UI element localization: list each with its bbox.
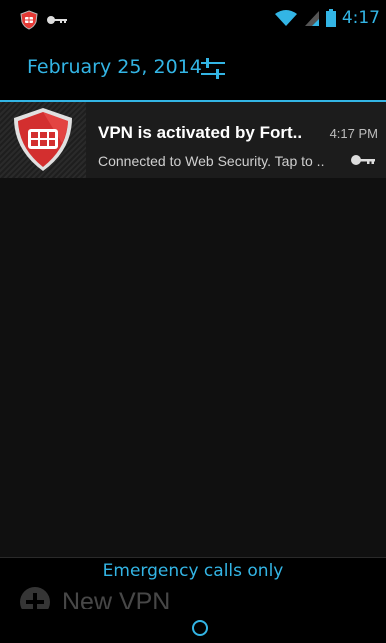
notification-text: Connected to Web Security. Tap to .. — [98, 153, 325, 169]
notification-time: 4:17 PM — [329, 126, 378, 141]
quick-settings-icon[interactable] — [198, 54, 228, 84]
notification-list: VPN is activated by Fort.. 4:17 PM Conne… — [0, 102, 386, 557]
divider — [0, 557, 386, 558]
status-bar: 4:17 — [0, 0, 386, 38]
signal-icon — [304, 11, 319, 26]
navigation-bar — [0, 609, 386, 643]
vpn-key-icon — [351, 155, 375, 165]
wifi-icon — [274, 10, 297, 26]
battery-icon — [325, 9, 336, 27]
home-icon[interactable] — [192, 620, 208, 636]
shade-header: February 25, 2014 — [0, 38, 386, 102]
vpn-key-icon — [47, 16, 67, 24]
date-label: February 25, 2014 — [27, 56, 202, 78]
vpn-notification[interactable]: VPN is activated by Fort.. 4:17 PM Conne… — [0, 102, 386, 178]
fortinet-shield-icon — [20, 10, 38, 30]
emergency-calls-label: Emergency calls only — [102, 561, 284, 581]
fortinet-shield-icon — [14, 108, 72, 171]
notification-icon-box — [0, 102, 86, 178]
status-time: 4:17 — [341, 8, 380, 28]
notification-title: VPN is activated by Fort.. — [98, 123, 303, 142]
